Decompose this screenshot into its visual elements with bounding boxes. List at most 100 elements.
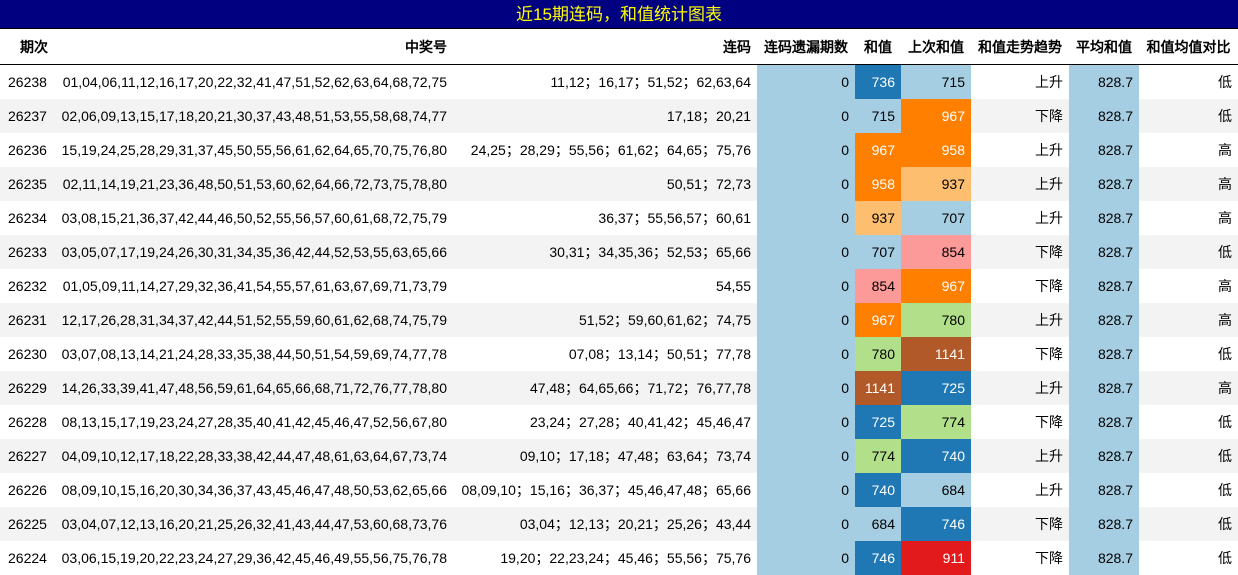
cell-period: 26229 xyxy=(0,371,55,405)
cell-period: 26235 xyxy=(0,167,55,201)
cell-miss-count: 0 xyxy=(757,167,855,201)
cell-compare: 低 xyxy=(1139,64,1238,99)
cell-compare: 高 xyxy=(1139,371,1238,405)
cell-trend: 下降 xyxy=(971,99,1069,133)
cell-compare: 低 xyxy=(1139,473,1238,507)
cell-miss-count: 0 xyxy=(757,201,855,235)
cell-prev-sum: 911 xyxy=(901,541,971,575)
table-row[interactable]: 26235 02,11,14,19,21,23,36,48,50,51,53,60… xyxy=(0,167,1238,201)
cell-period: 26225 xyxy=(0,507,55,541)
cell-trend: 下降 xyxy=(971,235,1069,269)
cell-prev-sum: 740 xyxy=(901,439,971,473)
table-row[interactable]: 26237 02,06,09,13,15,17,18,20,21,30,37,43… xyxy=(0,99,1238,133)
cell-trend: 下降 xyxy=(971,269,1069,303)
table-row[interactable]: 26224 03,06,15,19,20,22,23,24,27,29,36,42… xyxy=(0,541,1238,575)
cell-average: 828.7 xyxy=(1069,507,1139,541)
cell-average: 828.7 xyxy=(1069,371,1139,405)
header-period[interactable]: 期次 xyxy=(0,29,55,65)
cell-prev-sum: 780 xyxy=(901,303,971,337)
cell-miss-count: 0 xyxy=(757,235,855,269)
cell-prev-sum: 684 xyxy=(901,473,971,507)
header-average[interactable]: 平均和值 xyxy=(1069,29,1139,65)
cell-trend: 上升 xyxy=(971,303,1069,337)
cell-prev-sum: 774 xyxy=(901,405,971,439)
cell-consecutive: 50,51；72,73 xyxy=(453,167,757,201)
cell-compare: 高 xyxy=(1139,303,1238,337)
table-row[interactable]: 26229 14,26,33,39,41,47,48,56,59,61,64,65… xyxy=(0,371,1238,405)
cell-trend: 下降 xyxy=(971,541,1069,575)
cell-prev-sum: 967 xyxy=(901,269,971,303)
table-row[interactable]: 26228 08,13,15,17,19,23,24,27,28,35,40,41… xyxy=(0,405,1238,439)
cell-sum: 937 xyxy=(855,201,901,235)
stats-table: 期次 中奖号 连码 连码遗漏期数 和值 上次和值 和值走势趋势 平均和值 和值均… xyxy=(0,29,1238,575)
cell-average: 828.7 xyxy=(1069,473,1139,507)
cell-sum: 774 xyxy=(855,439,901,473)
cell-sum: 1141 xyxy=(855,371,901,405)
cell-period: 26227 xyxy=(0,439,55,473)
header-consecutive[interactable]: 连码 xyxy=(453,29,757,65)
header-sum[interactable]: 和值 xyxy=(855,29,901,65)
cell-miss-count: 0 xyxy=(757,371,855,405)
cell-period: 26230 xyxy=(0,337,55,371)
cell-consecutive: 11,12；16,17；51,52；62,63,64 xyxy=(453,64,757,99)
cell-consecutive: 19,20；22,23,24；45,46；55,56；75,76 xyxy=(453,541,757,575)
table-row[interactable]: 26231 12,17,26,28,31,34,37,42,44,51,52,55… xyxy=(0,303,1238,337)
cell-miss-count: 0 xyxy=(757,507,855,541)
cell-miss-count: 0 xyxy=(757,99,855,133)
cell-winning-numbers: 04,09,10,12,17,18,22,28,33,38,42,44,47,4… xyxy=(55,439,453,473)
table-row[interactable]: 26236 15,19,24,25,28,29,31,37,45,50,55,56… xyxy=(0,133,1238,167)
cell-compare: 低 xyxy=(1139,405,1238,439)
table-row[interactable]: 26226 08,09,10,15,16,20,30,34,36,37,43,45… xyxy=(0,473,1238,507)
cell-winning-numbers: 03,05,07,17,19,24,26,30,31,34,35,36,42,4… xyxy=(55,235,453,269)
cell-period: 26226 xyxy=(0,473,55,507)
cell-winning-numbers: 12,17,26,28,31,34,37,42,44,51,52,55,59,6… xyxy=(55,303,453,337)
cell-period: 26238 xyxy=(0,64,55,99)
cell-winning-numbers: 01,04,06,11,12,16,17,20,22,32,41,47,51,5… xyxy=(55,64,453,99)
cell-trend: 上升 xyxy=(971,439,1069,473)
cell-miss-count: 0 xyxy=(757,439,855,473)
table-row[interactable]: 26238 01,04,06,11,12,16,17,20,22,32,41,47… xyxy=(0,64,1238,99)
cell-period: 26234 xyxy=(0,201,55,235)
table-row[interactable]: 26225 03,04,07,12,13,16,20,21,25,26,32,41… xyxy=(0,507,1238,541)
table-row[interactable]: 26233 03,05,07,17,19,24,26,30,31,34,35,36… xyxy=(0,235,1238,269)
cell-trend: 下降 xyxy=(971,337,1069,371)
cell-average: 828.7 xyxy=(1069,167,1139,201)
table-row[interactable]: 26227 04,09,10,12,17,18,22,28,33,38,42,44… xyxy=(0,439,1238,473)
header-trend[interactable]: 和值走势趋势 xyxy=(971,29,1069,65)
cell-trend: 上升 xyxy=(971,133,1069,167)
cell-sum: 780 xyxy=(855,337,901,371)
cell-compare: 低 xyxy=(1139,507,1238,541)
cell-period: 26232 xyxy=(0,269,55,303)
cell-prev-sum: 1141 xyxy=(901,337,971,371)
cell-sum: 746 xyxy=(855,541,901,575)
cell-consecutive: 09,10；17,18；47,48；63,64；73,74 xyxy=(453,439,757,473)
cell-winning-numbers: 03,07,08,13,14,21,24,28,33,35,38,44,50,5… xyxy=(55,337,453,371)
cell-prev-sum: 715 xyxy=(901,64,971,99)
cell-compare: 低 xyxy=(1139,541,1238,575)
cell-average: 828.7 xyxy=(1069,133,1139,167)
cell-consecutive: 24,25；28,29；55,56；61,62；64,65；75,76 xyxy=(453,133,757,167)
cell-average: 828.7 xyxy=(1069,541,1139,575)
header-winning-numbers[interactable]: 中奖号 xyxy=(55,29,453,65)
header-prev-sum[interactable]: 上次和值 xyxy=(901,29,971,65)
cell-period: 26228 xyxy=(0,405,55,439)
cell-winning-numbers: 14,26,33,39,41,47,48,56,59,61,64,65,66,6… xyxy=(55,371,453,405)
table-row[interactable]: 26234 03,08,15,21,36,37,42,44,46,50,52,55… xyxy=(0,201,1238,235)
cell-average: 828.7 xyxy=(1069,439,1139,473)
header-miss-count[interactable]: 连码遗漏期数 xyxy=(757,29,855,65)
cell-miss-count: 0 xyxy=(757,64,855,99)
header-row: 期次 中奖号 连码 连码遗漏期数 和值 上次和值 和值走势趋势 平均和值 和值均… xyxy=(0,29,1238,65)
cell-winning-numbers: 08,09,10,15,16,20,30,34,36,37,43,45,46,4… xyxy=(55,473,453,507)
cell-trend: 下降 xyxy=(971,507,1069,541)
cell-compare: 高 xyxy=(1139,167,1238,201)
cell-prev-sum: 746 xyxy=(901,507,971,541)
cell-winning-numbers: 03,06,15,19,20,22,23,24,27,29,36,42,45,4… xyxy=(55,541,453,575)
cell-period: 26231 xyxy=(0,303,55,337)
cell-sum: 854 xyxy=(855,269,901,303)
cell-average: 828.7 xyxy=(1069,64,1139,99)
table-row[interactable]: 26232 01,05,09,11,14,27,29,32,36,41,54,55… xyxy=(0,269,1238,303)
cell-prev-sum: 958 xyxy=(901,133,971,167)
header-compare[interactable]: 和值均值对比 xyxy=(1139,29,1238,65)
table-row[interactable]: 26230 03,07,08,13,14,21,24,28,33,35,38,44… xyxy=(0,337,1238,371)
cell-miss-count: 0 xyxy=(757,473,855,507)
